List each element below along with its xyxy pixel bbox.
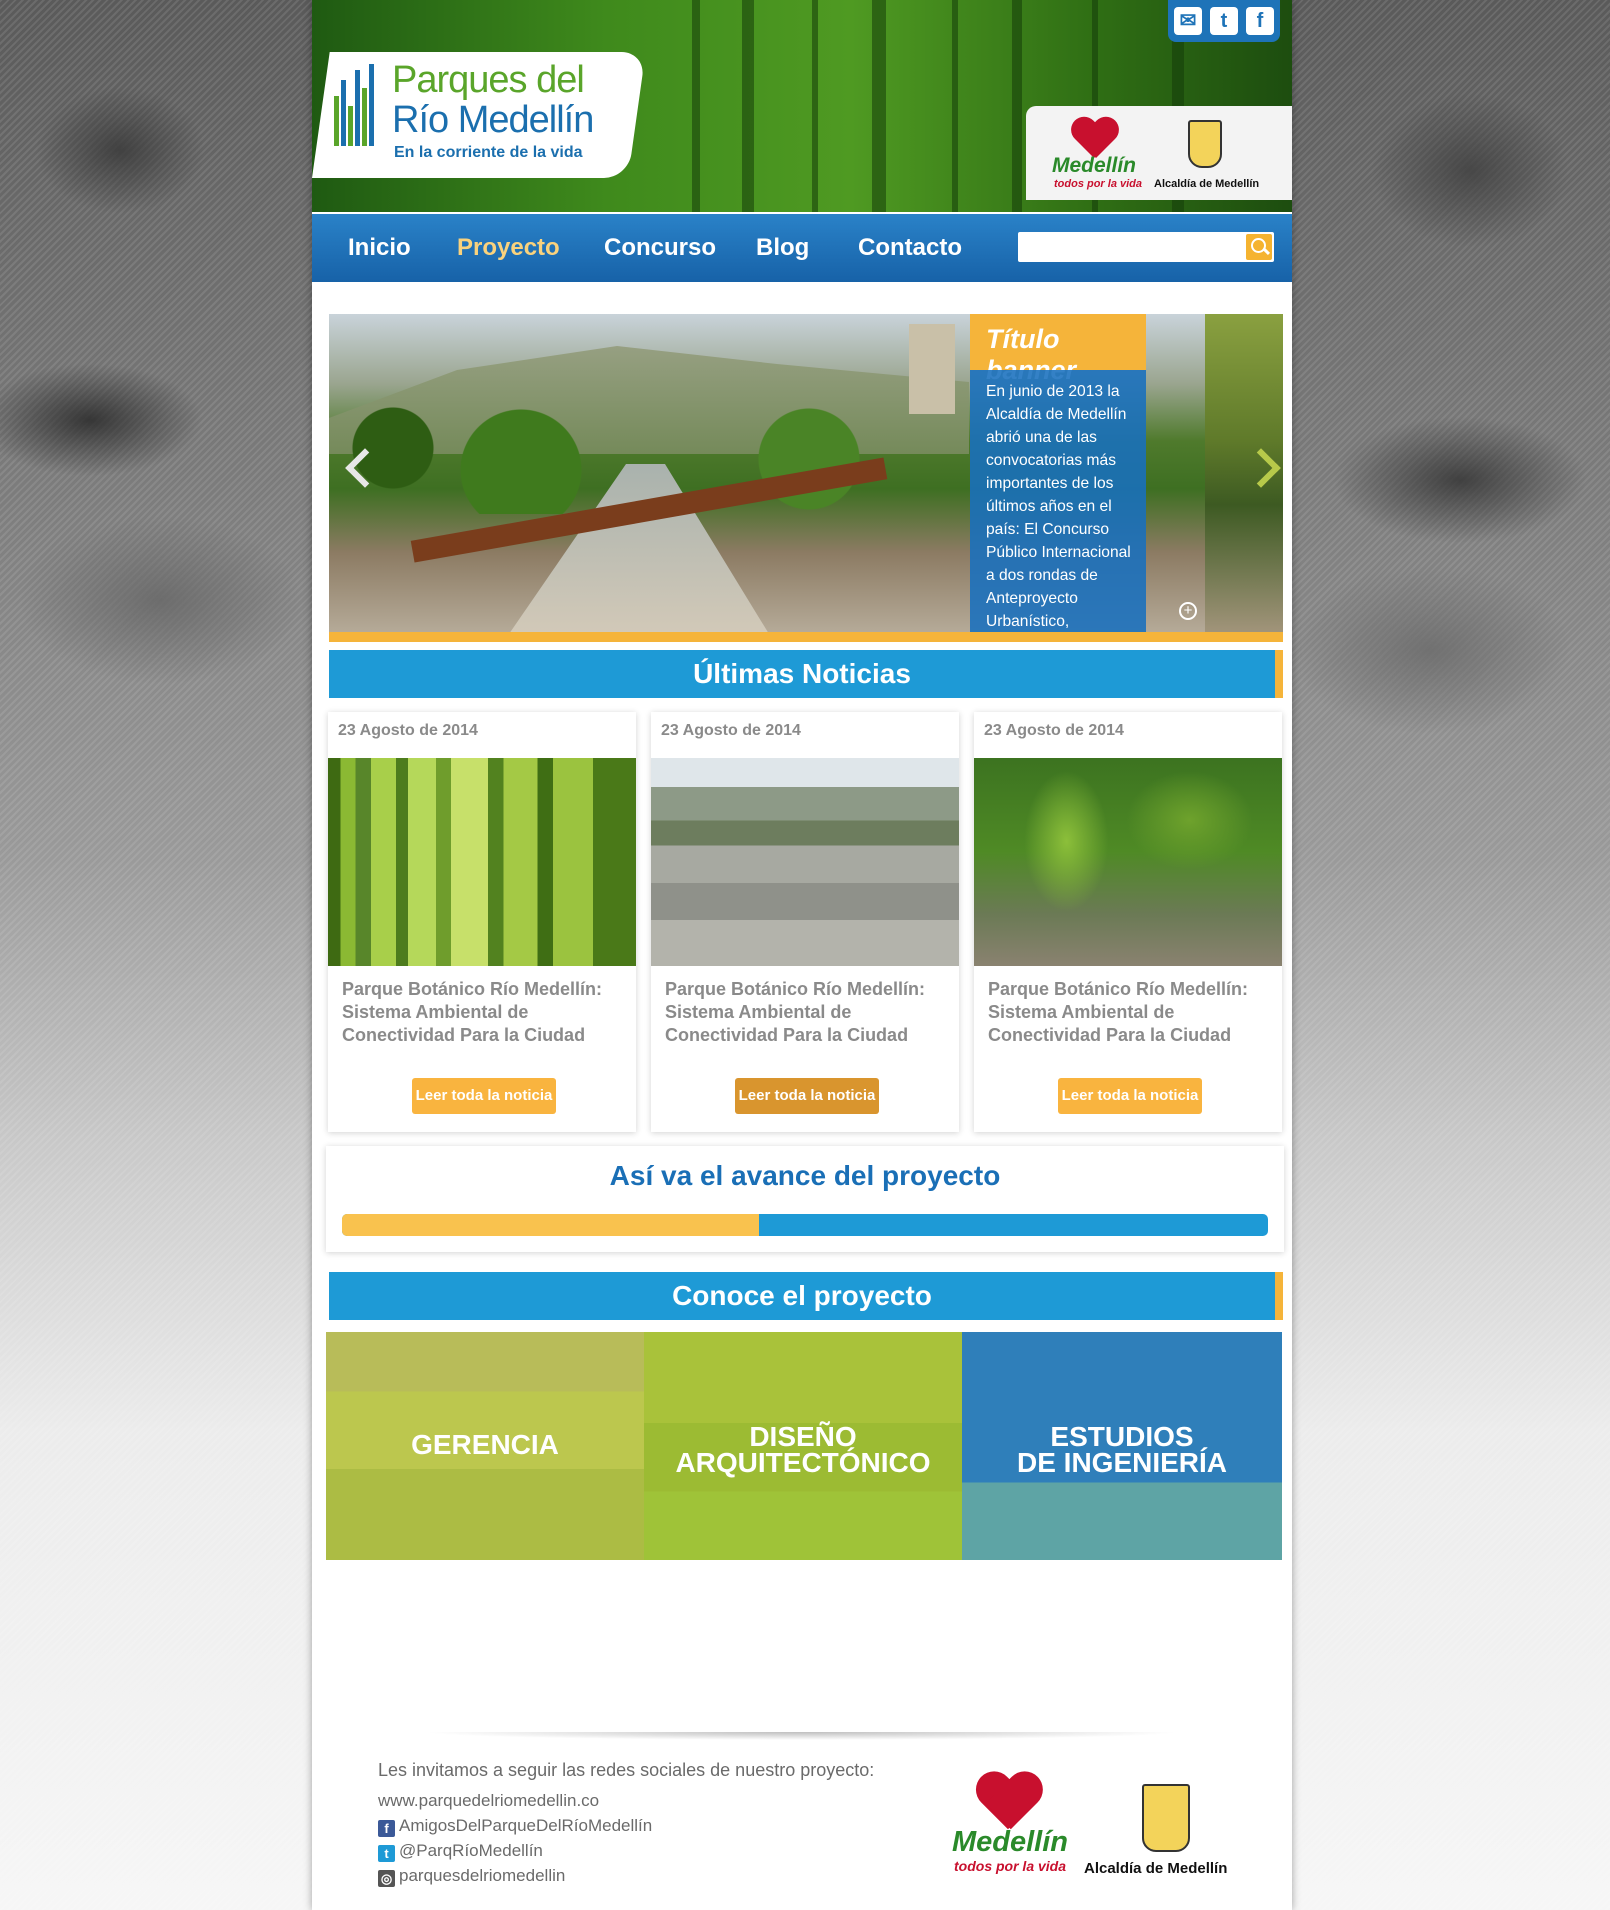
news-image-forest[interactable] bbox=[974, 758, 1282, 966]
project-heading-bar: Conoce el proyecto bbox=[329, 1272, 1283, 1320]
background-photo-left bbox=[0, 0, 310, 780]
banner-text: En junio de 2013 la Alcaldía de Medellín… bbox=[986, 383, 1131, 630]
logo-title: Parques del Río Medellín bbox=[392, 59, 594, 141]
header: Parques del Río Medellín En la corriente… bbox=[312, 0, 1292, 212]
twitter-icon: t bbox=[378, 1845, 395, 1862]
project-heading: Conoce el proyecto bbox=[672, 1280, 932, 1311]
medellin-heart-icon bbox=[974, 1773, 1041, 1821]
social-links: ✉ t f bbox=[1168, 0, 1280, 42]
progress-heading: Así va el avance del proyecto bbox=[609, 1160, 1001, 1191]
footer-instagram-link[interactable]: ◎ parquesdelriomedellin bbox=[378, 1866, 565, 1887]
footer-divider bbox=[332, 1732, 1272, 1752]
nav-item-inicio[interactable]: Inicio bbox=[348, 234, 411, 262]
facebook-icon: f bbox=[378, 1820, 395, 1837]
news-date: 23 Agosto de 2014 bbox=[984, 722, 1124, 739]
medellin-logo-word: Medellín bbox=[1052, 154, 1137, 177]
facebook-icon[interactable]: f bbox=[1246, 7, 1274, 35]
read-more-button[interactable]: Leer toda la noticia bbox=[1058, 1078, 1202, 1114]
search-box bbox=[1018, 232, 1274, 262]
news-title[interactable]: Parque Botánico Río Medellín: Sistema Am… bbox=[665, 978, 951, 1047]
banner-text-box: En junio de 2013 la Alcaldía de Medellín… bbox=[970, 370, 1197, 632]
main-nav: Inicio Proyecto Concurso Blog Contacto bbox=[312, 214, 1292, 282]
footer-website[interactable]: www.parquedelriomedellin.co bbox=[378, 1791, 599, 1811]
news-title[interactable]: Parque Botánico Río Medellín: Sistema Am… bbox=[988, 978, 1274, 1047]
tile-label: GERENCIA bbox=[411, 1429, 559, 1460]
search-icon[interactable] bbox=[1246, 234, 1272, 260]
medellin-logo-sub: todos por la vida bbox=[1054, 178, 1143, 190]
twitter-icon[interactable]: t bbox=[1210, 7, 1238, 35]
search-input[interactable] bbox=[1024, 236, 1238, 260]
news-image-city[interactable] bbox=[651, 758, 959, 966]
site-logo[interactable]: Parques del Río Medellín En la corriente… bbox=[312, 52, 628, 178]
medellin-logo-sub: todos por la vida bbox=[954, 1858, 1067, 1874]
medellin-heart-icon bbox=[1070, 118, 1118, 152]
medellin-logo-word: Medellín bbox=[952, 1826, 1069, 1858]
alcaldia-shield-icon bbox=[1142, 1784, 1190, 1852]
instagram-icon: ◎ bbox=[378, 1870, 395, 1887]
footer-facebook-link[interactable]: f AmigosDelParqueDelRíoMedellín bbox=[378, 1816, 652, 1837]
government-logos: Medellín todos por la vida Alcaldía de M… bbox=[1026, 106, 1292, 200]
news-date: 23 Agosto de 2014 bbox=[338, 722, 478, 739]
logo-bars-icon bbox=[334, 64, 378, 146]
page-container: Parques del Río Medellín En la corriente… bbox=[312, 0, 1292, 1910]
alcaldia-label: Alcaldía de Medellín bbox=[1154, 178, 1260, 190]
logo-tagline: En la corriente de la vida bbox=[394, 144, 583, 161]
news-title[interactable]: Parque Botánico Río Medellín: Sistema Am… bbox=[342, 978, 628, 1047]
nav-item-concurso[interactable]: Concurso bbox=[604, 234, 716, 262]
tile-gerencia[interactable]: GERENCIA bbox=[326, 1332, 644, 1560]
background-photo-right bbox=[1300, 0, 1610, 780]
tile-diseno-arquitectonico[interactable]: DISEÑO ARQUITECTÓNICO bbox=[644, 1332, 962, 1560]
news-image-bamboo[interactable] bbox=[328, 758, 636, 966]
progress-fill bbox=[342, 1214, 759, 1236]
tile-estudios-ingenieria[interactable]: ESTUDIOS DE INGENIERÍA bbox=[962, 1332, 1282, 1560]
tile-label: DISEÑO ARQUITECTÓNICO bbox=[675, 1421, 931, 1478]
nav-item-blog[interactable]: Blog bbox=[756, 234, 809, 262]
news-heading-bar: Últimas Noticias bbox=[329, 650, 1283, 698]
alcaldia-label: Alcaldía de Medellín bbox=[1084, 1860, 1228, 1877]
nav-item-contacto[interactable]: Contacto bbox=[858, 234, 962, 262]
read-more-button[interactable]: Leer toda la noticia bbox=[412, 1078, 556, 1114]
banner-title-box: Título banner bbox=[970, 314, 1146, 385]
banner-underline bbox=[329, 632, 1283, 642]
tile-label: ESTUDIOS DE INGENIERÍA bbox=[1016, 1421, 1228, 1478]
nav-item-proyecto[interactable]: Proyecto bbox=[457, 234, 560, 262]
progress-bar bbox=[342, 1214, 1268, 1236]
read-more-button[interactable]: Leer toda la noticia bbox=[735, 1078, 879, 1114]
project-progress: Así va el avance del proyecto bbox=[326, 1146, 1284, 1252]
alcaldia-shield-icon bbox=[1188, 120, 1222, 168]
news-card: 23 Agosto de 2014 Parque Botánico Río Me… bbox=[974, 712, 1282, 1132]
hero-banner: Título banner En junio de 2013 la Alcald… bbox=[329, 314, 1283, 632]
mail-icon[interactable]: ✉ bbox=[1174, 7, 1202, 35]
footer-twitter-link[interactable]: t @ParqRíoMedellín bbox=[378, 1841, 543, 1862]
news-card: 23 Agosto de 2014 Parque Botánico Río Me… bbox=[328, 712, 636, 1132]
news-card: 23 Agosto de 2014 Parque Botánico Río Me… bbox=[651, 712, 959, 1132]
plus-circle-icon[interactable]: + bbox=[1179, 602, 1197, 620]
footer-invite: Les invitamos a seguir las redes sociale… bbox=[378, 1760, 875, 1780]
news-heading: Últimas Noticias bbox=[693, 658, 911, 689]
news-date: 23 Agosto de 2014 bbox=[661, 722, 801, 739]
